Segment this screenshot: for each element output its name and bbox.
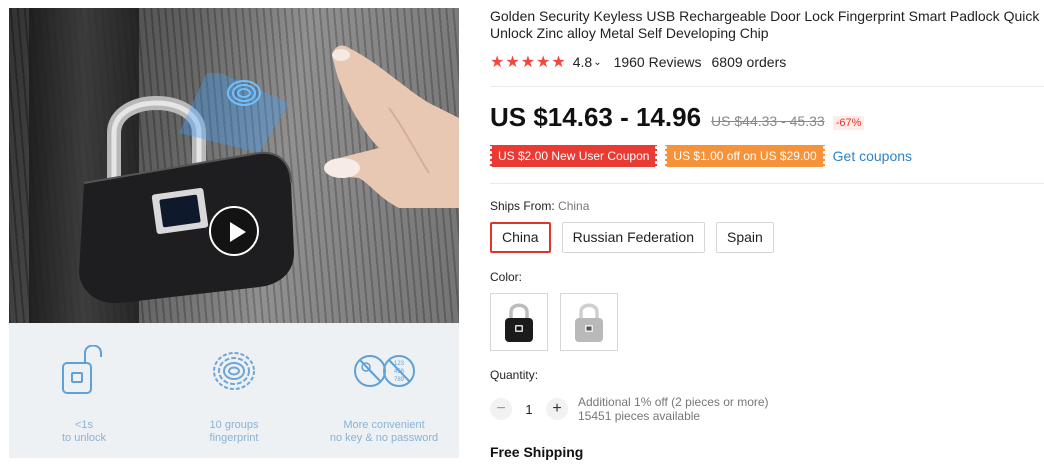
ships-from-label: Ships From: China: [490, 199, 589, 213]
ships-from-title: Ships From:: [490, 199, 555, 213]
black-padlock-thumbnail: [505, 303, 533, 342]
feature-line2: to unlock: [61, 432, 107, 444]
svg-text:456: 456: [394, 369, 405, 375]
current-price: US $14.63 - 14.96: [490, 102, 702, 132]
new-user-coupon[interactable]: US $2.00 New User Coupon: [488, 145, 659, 167]
quantity-increase-button[interactable]: +: [546, 398, 568, 420]
product-media: <1s to unlock 10 groups fingerprint 123 …: [9, 8, 459, 458]
quantity-stepper: − 1 + Additional 1% off (2 pieces or mor…: [490, 395, 769, 423]
product-title: Golden Security Keyless USB Rechargeable…: [490, 8, 1040, 41]
silver-padlock-thumbnail: [575, 303, 603, 342]
padlock-image: [79, 73, 294, 303]
feature-line1: More convenient: [343, 419, 425, 431]
feature-strip: <1s to unlock 10 groups fingerprint 123 …: [9, 323, 459, 458]
play-video-button[interactable]: [209, 206, 259, 256]
ships-from-selected: China: [558, 199, 590, 213]
price-row: US $14.63 - 14.96 US $44.33 - 45.33 -67%: [490, 102, 865, 133]
feature-line2: no key & no password: [329, 432, 439, 444]
color-label: Color:: [490, 270, 523, 284]
discount-badge: -67%: [832, 116, 865, 130]
color-options: [490, 293, 630, 351]
free-shipping-label: Free Shipping: [490, 444, 584, 460]
stock-available: 15451 pieces available: [578, 409, 701, 423]
quantity-decrease-button[interactable]: −: [490, 398, 512, 420]
feature-line2: fingerprint: [209, 432, 259, 444]
no-key-icon: 123 456 789: [354, 355, 415, 387]
bulk-discount-note: Additional 1% off (2 pieces or more): [578, 395, 769, 409]
original-price: US $44.33 - 45.33: [711, 113, 825, 129]
rating-row: ★★★★★ 4.8 ⌄ 1960 Reviews 6809 orders: [490, 52, 786, 72]
ship-option-russian-federation[interactable]: Russian Federation: [561, 222, 705, 253]
star-rating-icon: ★★★★★: [490, 54, 567, 71]
color-option-silver[interactable]: [560, 293, 618, 351]
ship-option-china[interactable]: China: [490, 222, 551, 253]
get-coupons-link[interactable]: Get coupons: [833, 148, 912, 164]
store-coupon[interactable]: US $1.00 off on US $29.00: [664, 145, 826, 167]
unlock-icon: [62, 345, 102, 394]
rating-score[interactable]: 4.8: [573, 54, 592, 70]
divider: [490, 86, 1044, 87]
feature-item: 10 groups fingerprint: [159, 323, 309, 458]
coupon-row: US $2.00 New User Coupon US $1.00 off on…: [488, 145, 912, 167]
orders-count: 6809 orders: [711, 54, 787, 70]
ship-option-spain[interactable]: Spain: [716, 222, 774, 253]
feature-line1: <1s: [74, 419, 94, 431]
svg-text:789: 789: [394, 377, 405, 383]
chevron-down-icon[interactable]: ⌄: [593, 57, 601, 68]
quantity-note: Additional 1% off (2 pieces or more) 154…: [578, 395, 769, 423]
quantity-label: Quantity:: [490, 368, 539, 382]
feature-item: 123 456 789 More convenient no key & no …: [309, 323, 459, 458]
quantity-input[interactable]: 1: [512, 402, 546, 417]
reviews-link[interactable]: 1960 Reviews: [614, 54, 702, 70]
feature-item: <1s to unlock: [9, 323, 159, 458]
color-option-black[interactable]: [490, 293, 548, 351]
feature-line1: 10 groups: [209, 419, 259, 431]
divider: [490, 183, 1044, 184]
svg-text:123: 123: [394, 361, 405, 367]
ships-from-options: China Russian Federation Spain: [490, 222, 785, 253]
fingerprint-icon: [213, 352, 255, 390]
product-image[interactable]: [9, 8, 459, 323]
